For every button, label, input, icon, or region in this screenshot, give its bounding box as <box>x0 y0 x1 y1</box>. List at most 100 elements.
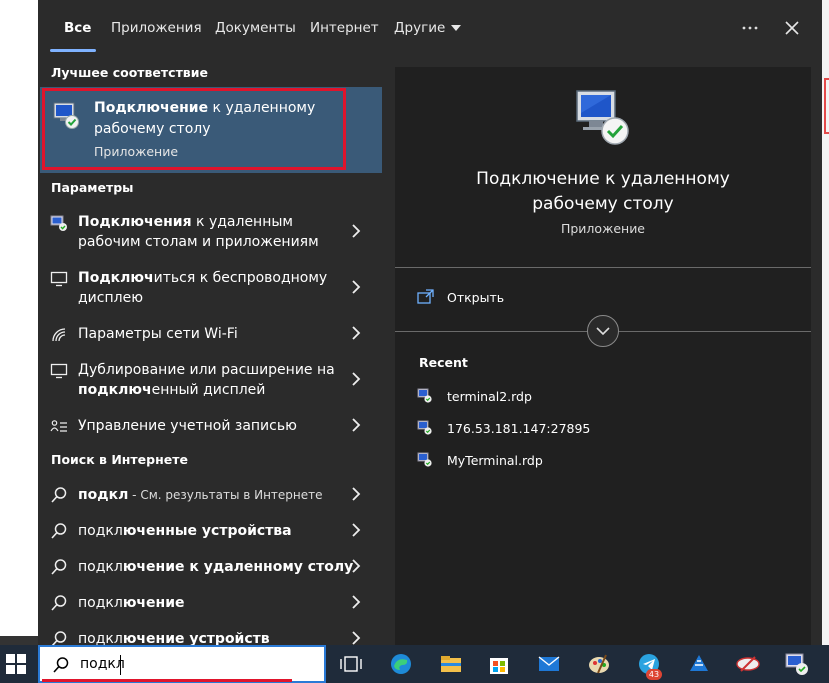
settings-item-label: Подключиться к беспроводному дисплею <box>78 268 338 308</box>
edge-browser-icon[interactable] <box>388 651 414 677</box>
search-icon <box>51 559 67 575</box>
underline-annotation <box>42 679 292 682</box>
remote-desktop-icon[interactable] <box>784 651 810 677</box>
match-text: подкл <box>78 631 123 645</box>
best-match-subtitle: Приложение <box>94 144 179 159</box>
settings-item-label: Подключения к удаленным рабочим столам и… <box>78 212 338 252</box>
preview-title: Подключение к удаленному рабочему столу <box>395 167 811 217</box>
web-item-label: подключенные устройства <box>78 521 338 541</box>
task-view-icon[interactable] <box>338 651 364 677</box>
more-options-button[interactable] <box>738 14 762 42</box>
search-icon <box>51 487 67 503</box>
settings-item-wifi[interactable]: Параметры сети Wi-Fi <box>38 323 382 347</box>
web-item-label: подключение к удаленному столу <box>78 557 353 577</box>
chevron-down-icon <box>596 327 610 336</box>
chevron-right-icon <box>352 523 361 537</box>
match-text: подкл <box>78 595 123 611</box>
taskbar-search-box[interactable]: подкл <box>38 645 326 683</box>
mail-icon[interactable] <box>536 651 562 677</box>
chevron-right-icon <box>352 224 361 238</box>
monitor-icon <box>50 271 68 287</box>
match-text: Подключ <box>78 270 154 286</box>
pre-text: Дублирование или расширение на <box>78 362 335 378</box>
open-label: Открыть <box>447 290 505 305</box>
remote-desktop-icon <box>53 102 79 129</box>
settings-item-account[interactable]: Управление учетной записью <box>38 415 382 439</box>
preview-title-text: Подключение к удаленному рабочему столу <box>476 169 730 214</box>
recent-item-label: MyTerminal.rdp <box>447 453 543 468</box>
web-search-header: Поиск в Интернете <box>51 452 188 467</box>
results-pane: Лучшее соответствие Подключение к удален… <box>38 56 382 645</box>
tab-other[interactable]: Другие <box>394 20 462 36</box>
taskbar: подкл 43 <box>0 645 829 683</box>
match-text: подкл <box>78 487 129 503</box>
search-query[interactable]: подкл <box>80 656 125 672</box>
rest-text: - См. результаты в Интернете <box>128 488 323 502</box>
search-window: Все Приложения Документы Интернет Другие… <box>38 0 822 645</box>
rest-text: ючение устройств <box>122 631 270 645</box>
network-tool-icon[interactable] <box>686 651 712 677</box>
notification-badge: 43 <box>646 669 662 680</box>
remote-desktop-icon <box>576 90 629 145</box>
desktop-background-strip <box>0 636 38 645</box>
web-item-label: подкл - См. результаты в Интернете <box>78 485 338 505</box>
divider <box>395 267 811 268</box>
settings-item-label: Дублирование или расширение на подключен… <box>78 360 338 400</box>
tab-documents[interactable]: Документы <box>215 20 296 36</box>
chevron-right-icon <box>352 326 361 340</box>
settings-item-label: Параметры сети Wi-Fi <box>78 324 338 344</box>
tab-bar: Все Приложения Документы Интернет Другие <box>38 0 822 56</box>
settings-item-extend-display[interactable]: Дублирование или расширение на подключен… <box>38 359 382 403</box>
active-tab-indicator <box>50 49 96 52</box>
snipping-tool-icon[interactable] <box>735 651 761 677</box>
close-icon <box>785 21 799 35</box>
wifi-icon <box>52 328 66 342</box>
chevron-right-icon <box>352 418 361 432</box>
match-text: подключ <box>78 382 152 398</box>
desktop-annotation-box <box>824 78 829 134</box>
settings-item-wireless-display[interactable]: Подключиться к беспроводному дисплею <box>38 267 382 311</box>
tab-internet[interactable]: Интернет <box>310 20 379 36</box>
best-match-header: Лучшее соответствие <box>51 65 208 80</box>
account-list-icon <box>50 420 67 432</box>
chevron-right-icon <box>352 631 361 645</box>
web-item-label: подключение устройств <box>78 629 338 645</box>
rest-text: Параметры сети Wi-Fi <box>78 326 238 342</box>
expand-button[interactable] <box>587 315 619 347</box>
rest-text: юченные устройства <box>122 523 292 539</box>
web-item[interactable]: подкл - См. результаты в Интернете <box>38 484 382 508</box>
chevron-right-icon <box>352 372 361 386</box>
web-item[interactable]: подключение <box>38 592 382 616</box>
store-icon[interactable] <box>486 651 512 677</box>
web-item[interactable]: подключение устройств <box>38 628 382 645</box>
recent-item-label: 176.53.181.147:27895 <box>447 421 591 436</box>
open-icon <box>417 289 434 304</box>
best-match-title-bold: Подключение <box>94 100 209 116</box>
rest-text: Управление учетной записью <box>78 418 297 434</box>
tab-apps[interactable]: Приложения <box>111 20 202 36</box>
match-text: подкл <box>78 523 123 539</box>
chevron-right-icon <box>352 559 361 573</box>
rdp-file-icon <box>417 452 432 467</box>
web-item[interactable]: подключение к удаленному столу <box>38 556 382 580</box>
chevron-right-icon <box>352 280 361 294</box>
search-icon <box>53 657 69 673</box>
windows-start-icon[interactable] <box>6 654 26 674</box>
recent-item-label: terminal2.rdp <box>447 389 532 404</box>
web-item[interactable]: подключенные устройства <box>38 520 382 544</box>
rdp-file-icon <box>417 420 432 435</box>
rest-text: ючение к удаленному столу <box>122 559 354 575</box>
settings-item-label: Управление учетной записью <box>78 416 338 436</box>
search-icon <box>51 595 67 611</box>
tab-other-label: Другие <box>394 20 446 36</box>
monitor-icon <box>50 363 68 379</box>
file-explorer-icon[interactable] <box>438 651 464 677</box>
tab-all[interactable]: Все <box>64 20 91 36</box>
settings-item-remote-connections[interactable]: Подключения к удаленным рабочим столам и… <box>38 211 382 255</box>
rest-text: ючение <box>122 595 185 611</box>
close-button[interactable] <box>780 14 804 42</box>
preview-pane: Подключение к удаленному рабочему столу … <box>395 67 811 645</box>
paint-icon[interactable] <box>586 651 612 677</box>
web-item-label: подключение <box>78 593 338 613</box>
match-text: Подключения <box>78 214 192 230</box>
